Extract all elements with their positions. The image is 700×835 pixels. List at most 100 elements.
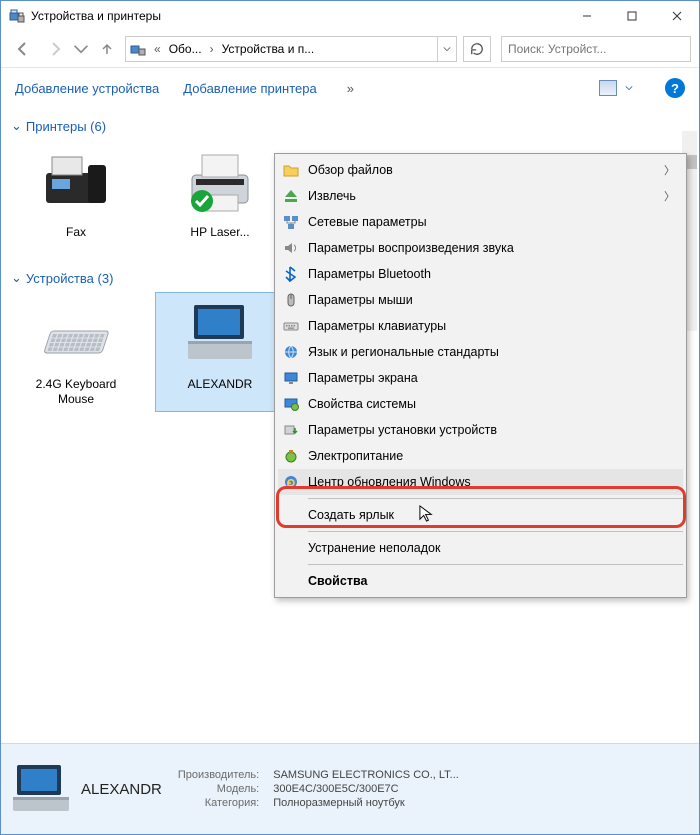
bluetooth-icon [282,265,300,283]
eject-icon [282,187,300,205]
breadcrumb-chevron[interactable]: › [206,42,218,56]
details-row: Модель:300E4C/300E5C/300E7C [172,783,465,795]
device-icon [182,145,258,221]
search-input[interactable] [506,41,686,57]
details-row: Категория:Полноразмерный ноутбук [172,797,465,809]
power-icon [282,447,300,465]
menu-item[interactable]: Обзор файлов〉 [278,157,683,183]
window-buttons [564,1,699,31]
menu-item[interactable]: Электропитание [278,443,683,469]
group-label: Принтеры (6) [26,119,106,134]
device-item[interactable]: ALEXANDR [155,292,285,412]
menu-item-label: Параметры воспроизведения звука [308,241,675,255]
menu-item[interactable]: Создать ярлык [278,502,683,528]
menu-item-label: Параметры клавиатуры [308,319,675,333]
details-table: Производитель:SAMSUNG ELECTRONICS CO., L… [170,767,467,811]
details-pane: ALEXANDR Производитель:SAMSUNG ELECTRONI… [1,743,699,834]
menu-separator [308,564,683,565]
menu-item-label: Электропитание [308,449,675,463]
submenu-arrow-icon: 〉 [664,188,675,204]
context-menu: Обзор файлов〉Извлечь〉Сетевые параметрыПа… [274,153,687,598]
breadcrumb-chevron[interactable]: « [150,42,165,56]
globe-icon [282,343,300,361]
up-button[interactable] [93,35,121,63]
menu-item-label: Свойства системы [308,397,675,411]
menu-item[interactable]: Параметры мыши [278,287,683,313]
printer-item[interactable]: HP Laser... [155,140,285,260]
menu-item[interactable]: Параметры воспроизведения звука [278,235,683,261]
help-button[interactable]: ? [665,78,685,98]
menu-item-label: Параметры мыши [308,293,675,307]
menu-separator [308,498,683,499]
navbar: « Обо... › Устройства и п... [1,31,699,68]
menu-item-label: Обзор файлов [308,163,664,177]
details-key: Производитель: [172,769,265,781]
view-options[interactable] [599,80,633,96]
menu-separator [308,531,683,532]
history-dropdown[interactable] [73,35,89,63]
update-icon [282,473,300,491]
menu-item[interactable]: Параметры установки устройств [278,417,683,443]
details-thumb [11,761,71,817]
window-title: Устройства и принтеры [31,9,564,23]
breadcrumb-icon [130,41,146,57]
menu-item[interactable]: Центр обновления Windows [278,469,683,495]
menu-item[interactable]: Параметры Bluetooth [278,261,683,287]
device-item[interactable]: 2.4G Keyboard Mouse [11,292,141,412]
group-header-printers[interactable]: ⌄ Принтеры (6) [11,118,689,134]
menu-item[interactable]: Сетевые параметры [278,209,683,235]
menu-item[interactable]: Параметры клавиатуры [278,313,683,339]
breadcrumb-current[interactable]: Устройства и п... [218,42,319,56]
details-row: Производитель:SAMSUNG ELECTRONICS CO., L… [172,769,465,781]
menu-item[interactable]: Устранение неполадок [278,535,683,561]
details-key: Модель: [172,783,265,795]
details-name: ALEXANDR [81,781,162,798]
menu-item-label: Сетевые параметры [308,215,675,229]
device-icon [38,145,114,221]
menu-item-label: Устранение неполадок [308,541,675,555]
menu-item-label: Язык и региональные стандарты [308,345,675,359]
breadcrumb[interactable]: « Обо... › Устройства и п... [125,36,457,62]
device-label: 2.4G Keyboard Mouse [16,377,136,407]
menu-item-label: Параметры Bluetooth [308,267,675,281]
minimize-button[interactable] [564,1,609,31]
search-box[interactable] [501,36,691,62]
printer-item[interactable]: Fax [11,140,141,260]
device-icon [182,297,258,373]
refresh-button[interactable] [463,36,491,62]
titlebar: Устройства и принтеры [1,1,699,31]
breadcrumb-dropdown[interactable] [437,37,456,61]
close-button[interactable] [654,1,699,31]
maximize-button[interactable] [609,1,654,31]
system-icon [282,395,300,413]
chevron-down-icon: ⌄ [11,270,22,286]
command-bar: Добавление устройства Добавление принтер… [1,68,699,108]
menu-item[interactable]: Извлечь〉 [278,183,683,209]
menu-item-label: Создать ярлык [308,508,675,522]
menu-item[interactable]: Свойства системы [278,391,683,417]
add-device-link[interactable]: Добавление устройства [15,81,159,96]
device-icon [38,297,114,373]
menu-item[interactable]: Свойства [278,568,683,594]
menu-item[interactable]: Параметры экрана [278,365,683,391]
more-commands[interactable]: » [341,81,360,96]
device-label: Fax [66,225,86,255]
network-icon [282,213,300,231]
breadcrumb-root[interactable]: Обо... [165,42,206,56]
device-install-icon [282,421,300,439]
forward-button[interactable] [41,35,69,63]
add-printer-link[interactable]: Добавление принтера [183,81,316,96]
menu-item-label: Центр обновления Windows [308,475,675,489]
submenu-arrow-icon: 〉 [664,162,675,178]
keyboard-icon [282,317,300,335]
blank-icon [282,572,300,590]
menu-item[interactable]: Язык и региональные стандарты [278,339,683,365]
folder-icon [282,161,300,179]
details-key: Категория: [172,797,265,809]
chevron-down-icon: ⌄ [11,118,22,134]
details-value: 300E4C/300E5C/300E7C [267,783,465,795]
menu-item-label: Параметры установки устройств [308,423,675,437]
device-label: ALEXANDR [188,377,253,407]
menu-item-label: Извлечь [308,189,664,203]
back-button[interactable] [9,35,37,63]
